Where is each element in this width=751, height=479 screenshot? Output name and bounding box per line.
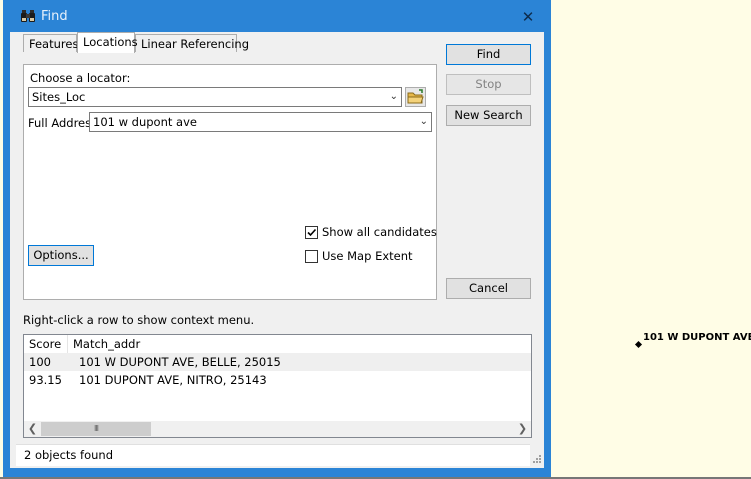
title-bar[interactable]: Find ✕ — [3, 0, 551, 33]
use-map-extent-checkbox[interactable] — [305, 250, 318, 263]
results-header: Score Match_addr — [24, 335, 531, 354]
scrollbar-thumb[interactable]: III — [41, 422, 151, 436]
table-row[interactable]: 100 101 W DUPONT AVE, BELLE, 25015 — [24, 353, 531, 371]
folder-icon — [406, 89, 425, 109]
score-cell: 100 — [29, 355, 51, 369]
match-addr-cell: 101 DUPONT AVE, NITRO, 25143 — [79, 373, 267, 387]
scroll-right-icon[interactable]: ❯ — [514, 421, 531, 437]
find-button[interactable]: Find — [446, 44, 531, 65]
window-title: Find — [41, 9, 68, 24]
close-button[interactable]: ✕ — [511, 4, 545, 29]
results-table[interactable]: Score Match_addr 100 101 W DUPONT AVE, B… — [23, 334, 532, 438]
locator-value: Sites_Loc — [32, 90, 86, 104]
browse-locator-button[interactable] — [405, 87, 426, 107]
scroll-left-icon[interactable]: ❮ — [24, 421, 41, 437]
horizontal-scrollbar[interactable]: ❮ III ❯ — [24, 421, 531, 437]
results-hint: Right-click a row to show context menu. — [23, 313, 255, 327]
binoculars-icon — [20, 8, 36, 24]
locator-select[interactable]: Sites_Loc ⌄ — [28, 87, 402, 107]
full-address-input[interactable]: 101 w dupont ave ⌄ — [89, 112, 432, 132]
dialog-body: Features Locations Linear Referencing Ch… — [10, 32, 544, 468]
tab-features[interactable]: Features — [23, 34, 78, 52]
show-all-candidates-label[interactable]: Show all candidates — [322, 225, 437, 239]
score-cell: 93.15 — [29, 373, 62, 387]
find-dialog: Find ✕ Features Locations Linear Referen… — [3, 0, 551, 477]
status-bar: 2 objects found — [16, 444, 541, 466]
tab-linear-referencing[interactable]: Linear Referencing — [135, 34, 249, 52]
column-header-score[interactable]: Score — [24, 335, 68, 353]
locations-panel: Choose a locator: Sites_Loc ⌄ Full Addre… — [23, 64, 437, 300]
options-button[interactable]: Options... — [28, 245, 94, 266]
use-map-extent-label[interactable]: Use Map Extent — [322, 249, 413, 263]
column-header-match-addr[interactable]: Match_addr — [68, 335, 318, 353]
full-address-value: 101 w dupont ave — [93, 115, 197, 129]
resize-grip-icon[interactable] — [530, 452, 542, 464]
stop-button[interactable]: Stop — [446, 74, 531, 95]
show-all-candidates-checkbox[interactable] — [305, 226, 318, 239]
locator-label: Choose a locator: — [30, 71, 131, 85]
tab-locations[interactable]: Locations — [77, 32, 138, 53]
close-icon: ✕ — [521, 7, 535, 26]
status-text: 2 objects found — [24, 448, 114, 462]
cancel-button[interactable]: Cancel — [446, 278, 531, 299]
match-addr-cell: 101 W DUPONT AVE, BELLE, 25015 — [79, 355, 281, 369]
new-search-button[interactable]: New Search — [446, 105, 531, 126]
chevron-down-icon: ⌄ — [419, 116, 428, 127]
table-row[interactable]: 93.15 101 DUPONT AVE, NITRO, 25143 — [24, 371, 531, 389]
checkmark-icon — [307, 228, 317, 237]
map-label: 101 W DUPONT AVE — [643, 332, 751, 343]
chevron-down-icon: ⌄ — [389, 91, 398, 102]
